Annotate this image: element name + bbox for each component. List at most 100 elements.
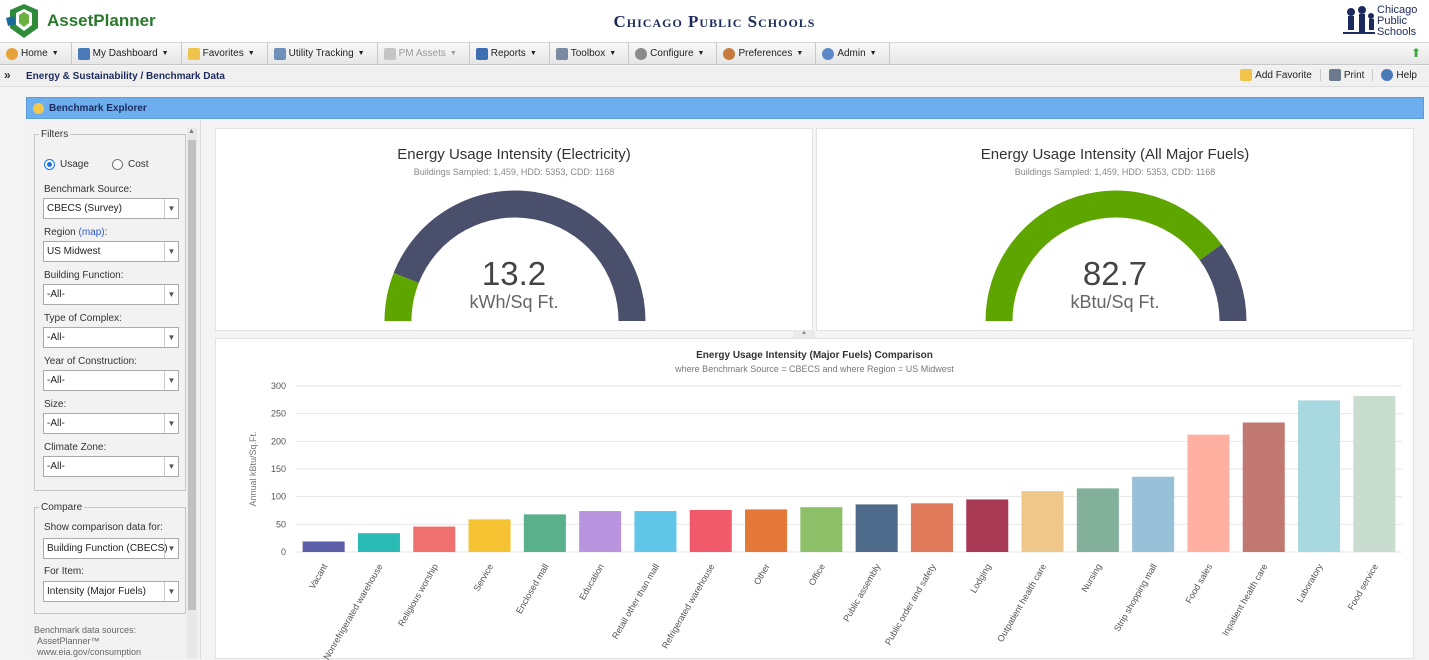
home-icon xyxy=(6,47,18,60)
menu-favorites[interactable]: Favorites ▼ xyxy=(182,42,268,65)
panel-title: Benchmark Explorer xyxy=(49,102,147,114)
menu-preferences[interactable]: Preferences ▼ xyxy=(717,42,817,65)
menu-reports[interactable]: Reports ▼ xyxy=(470,42,550,65)
menu-utility-tracking[interactable]: Utility Tracking ▼ xyxy=(268,42,378,65)
chevron-down-icon: ▼ xyxy=(164,582,178,601)
x-tick-label: Public assembly xyxy=(841,562,882,624)
y-tick-label: 100 xyxy=(271,492,286,502)
dashboard-icon xyxy=(77,47,90,60)
reports-icon xyxy=(475,47,488,60)
bar xyxy=(579,511,622,552)
help-button[interactable]: Help xyxy=(1372,69,1425,81)
bar xyxy=(689,509,732,552)
benchmark-sources-note: Benchmark data sources: AssetPlanner™ ww… xyxy=(34,625,142,658)
breadcrumb: Energy & Sustainability / Benchmark Data xyxy=(26,71,225,82)
x-tick-label: Nursing xyxy=(1079,562,1103,594)
size-select[interactable]: -All- ▼ xyxy=(43,413,179,434)
x-tick-label: Refrigerated warehouse xyxy=(660,562,717,650)
y-tick-label: 50 xyxy=(276,519,286,529)
y-axis-label: Annual kBtu/Sq.Ft. xyxy=(248,431,258,506)
bar xyxy=(302,541,345,552)
expand-sidebar-icon[interactable]: » xyxy=(4,68,11,82)
x-tick-label: Religious worship xyxy=(396,562,440,628)
filters-legend: Filters xyxy=(41,129,69,140)
resize-grip-icon[interactable]: ▲ xyxy=(793,330,815,338)
year-of-construction-label: Year of Construction: xyxy=(44,356,138,367)
benchmark-source-label: Benchmark Source: xyxy=(44,184,132,195)
x-tick-label: Retail other than mall xyxy=(610,562,661,641)
y-tick-label: 200 xyxy=(271,436,286,446)
bar xyxy=(966,499,1009,552)
cps-figures-icon xyxy=(1343,6,1375,34)
bar xyxy=(745,509,788,552)
bar xyxy=(523,514,566,552)
usage-radio[interactable]: Usage xyxy=(44,159,89,170)
gauge-value: 82.7 xyxy=(1082,255,1148,292)
building-function-select[interactable]: -All- ▼ xyxy=(43,284,179,305)
cost-radio[interactable]: Cost xyxy=(112,159,149,170)
x-tick-label: Public order and safety xyxy=(883,562,938,647)
bar xyxy=(1132,476,1175,552)
lightbulb-icon xyxy=(33,102,44,114)
type-of-complex-select[interactable]: -All- ▼ xyxy=(43,327,179,348)
bar xyxy=(910,503,953,552)
menu-admin[interactable]: Admin ▼ xyxy=(816,42,890,65)
menu-home[interactable]: Home ▼ xyxy=(0,42,72,65)
chevron-down-icon: ▼ xyxy=(164,414,178,433)
admin-icon xyxy=(822,47,835,60)
y-tick-label: 0 xyxy=(281,547,286,557)
eia-source-link[interactable]: www.eia.gov/consumption xyxy=(34,647,141,658)
region-select[interactable]: US Midwest ▼ xyxy=(43,241,179,262)
compare-legend: Compare xyxy=(41,502,83,513)
menu-toolbox[interactable]: Toolbox ▼ xyxy=(550,42,630,65)
year-of-construction-select[interactable]: -All- ▼ xyxy=(43,370,179,391)
sidebar-scrollbar[interactable]: ▲ xyxy=(187,128,197,659)
show-comparison-label: Show comparison data for: xyxy=(44,522,163,533)
menu-configure[interactable]: Configure ▼ xyxy=(629,42,718,65)
for-item-select[interactable]: Intensity (Major Fuels) ▼ xyxy=(43,581,179,602)
bar xyxy=(413,526,456,552)
bar xyxy=(1353,395,1396,552)
gauge-unit: kBtu/Sq Ft. xyxy=(1070,292,1160,312)
preferences-user-icon xyxy=(723,47,736,60)
x-tick-label: Nonrefrigerated warehouse xyxy=(321,562,384,660)
scroll-up-arrow-icon[interactable]: ▲ xyxy=(188,128,195,135)
cost-radio-button[interactable] xyxy=(112,159,123,170)
region-map-link[interactable]: (map) xyxy=(78,227,104,238)
scroll-top-arrow-icon[interactable]: ⬆ xyxy=(1411,46,1421,60)
bar xyxy=(634,511,677,552)
menu-my-dashboard[interactable]: My Dashboard ▼ xyxy=(72,42,182,65)
chevron-down-icon: ▼ xyxy=(164,285,178,304)
bar xyxy=(800,507,843,552)
printer-icon xyxy=(1328,69,1341,81)
eui-bar-chart: 0 50 100 150 200 250 300 Annual kBtu/Sq.Ft. Vaca… xyxy=(248,381,1402,660)
comparison-data-select[interactable]: Building Function (CBECS) ▼ xyxy=(43,538,179,559)
gauge-value: 13.2 xyxy=(481,255,547,292)
climate-zone-select[interactable]: -All- ▼ xyxy=(43,456,179,477)
x-tick-label: Enclosed mall xyxy=(514,562,551,616)
bar xyxy=(1021,491,1064,552)
for-item-label: For Item: xyxy=(44,566,85,577)
benchmark-source-select[interactable]: CBECS (Survey) ▼ xyxy=(43,198,179,219)
print-button[interactable]: Print xyxy=(1319,69,1373,81)
bar xyxy=(468,519,511,552)
sidebar-scroll-thumb[interactable] xyxy=(188,140,196,610)
help-icon xyxy=(1381,69,1394,81)
x-tick-label: Laboratory xyxy=(1295,562,1325,605)
bar xyxy=(357,533,400,552)
configure-gear-icon xyxy=(635,47,648,60)
page-actions: Add Favorite Print Help xyxy=(1232,69,1425,81)
site-title: Chicago Public Schools xyxy=(613,12,816,31)
chevron-down-icon: ▼ xyxy=(164,371,178,390)
benchmark-explorer-header: Benchmark Explorer xyxy=(26,97,1424,119)
major-fuels-eui-gauge-card: Energy Usage Intensity (All Major Fuels)… xyxy=(816,128,1414,331)
x-tick-label: Service xyxy=(472,562,496,593)
chevron-down-icon: ▼ xyxy=(164,457,178,476)
pm-assets-icon xyxy=(383,47,396,60)
x-tick-label: Education xyxy=(577,562,606,602)
usage-radio-button[interactable] xyxy=(44,159,55,170)
x-tick-label: Food service xyxy=(1346,562,1380,612)
eui-comparison-chart-card: Energy Usage Intensity (Major Fuels) Com… xyxy=(215,338,1414,660)
menu-pm-assets: PM Assets ▼ xyxy=(378,42,470,65)
add-favorite-button[interactable]: Add Favorite xyxy=(1232,69,1320,81)
